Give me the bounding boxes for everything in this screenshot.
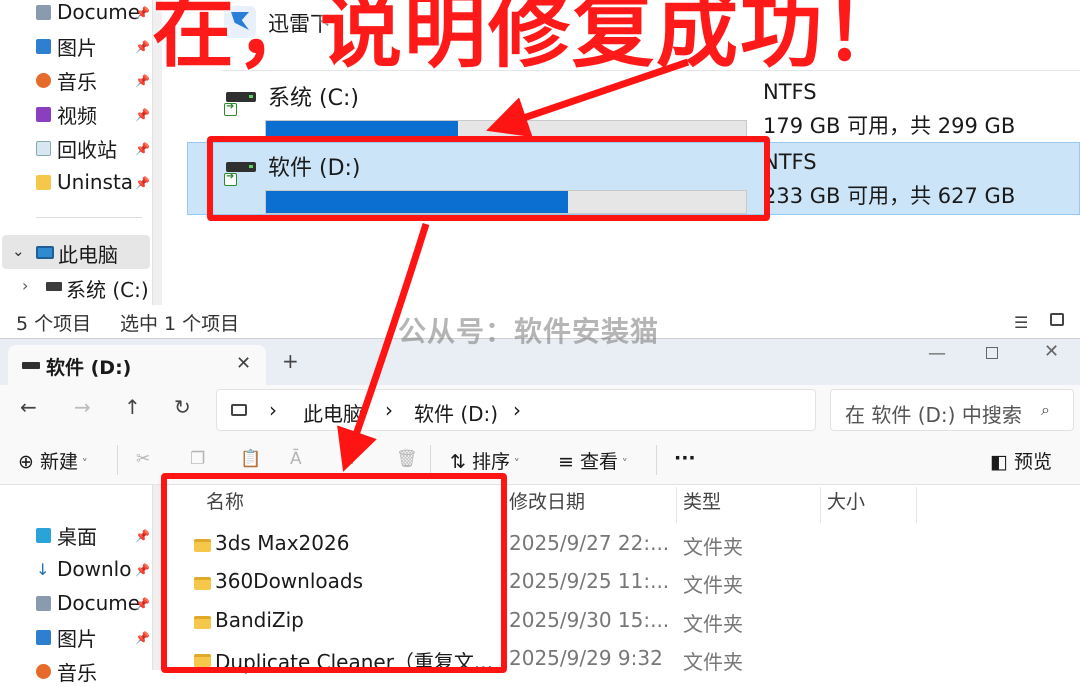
- arrow-to-name-column: [337, 222, 430, 472]
- annotation-arrows: [337, 58, 690, 472]
- arrow-to-drive-c: [486, 58, 690, 138]
